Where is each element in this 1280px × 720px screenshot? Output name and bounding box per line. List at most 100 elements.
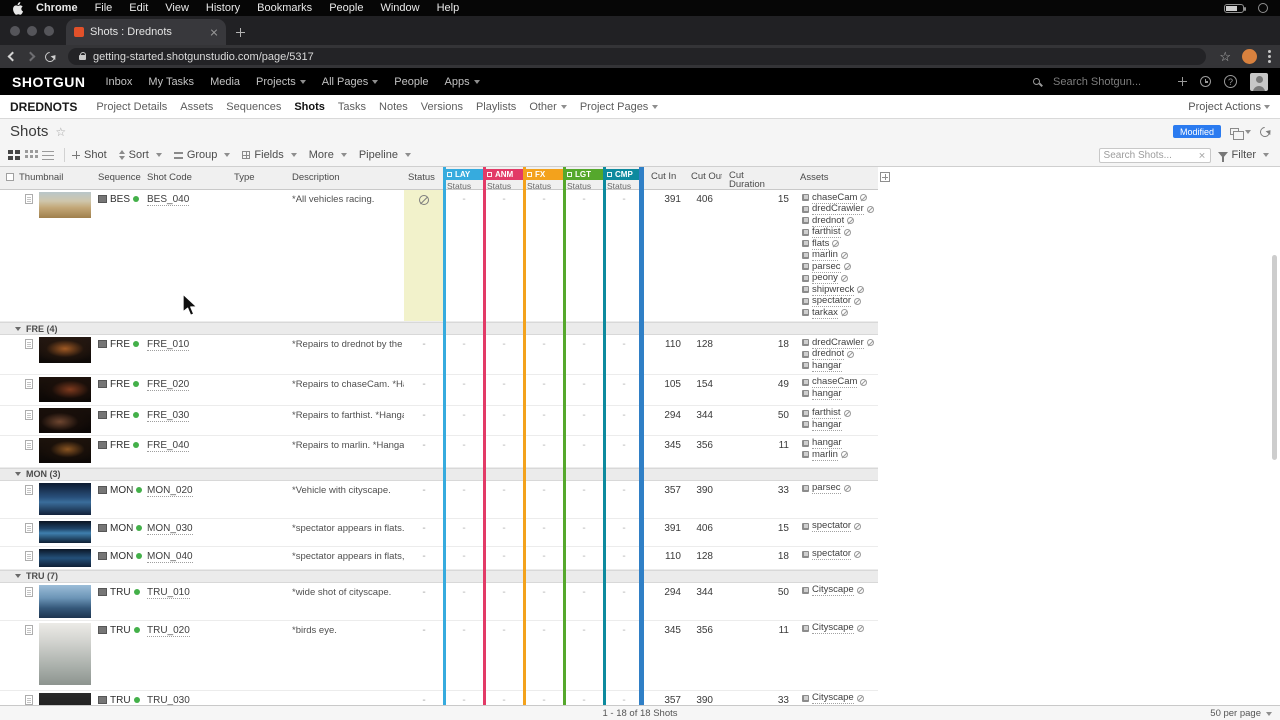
step-status-cell-anm[interactable]: - bbox=[484, 547, 524, 569]
step-status-cell-cmp[interactable]: - bbox=[604, 190, 644, 321]
cut-out-cell[interactable]: 344 bbox=[684, 406, 722, 435]
table-row[interactable]: BES BES_040 *All vehicles racing. - - - - -391 4… bbox=[0, 190, 878, 322]
asset-link[interactable]: chaseCam bbox=[812, 192, 858, 204]
back-button[interactable] bbox=[7, 51, 18, 62]
shots-search-input[interactable] bbox=[1103, 149, 1195, 161]
step-status-cell-anm[interactable]: - bbox=[484, 406, 524, 435]
group-header-tru-7[interactable]: TRU (7) bbox=[0, 569, 878, 583]
column-header-status[interactable]: Status bbox=[404, 167, 444, 189]
step-status-cell-anm[interactable]: - bbox=[484, 621, 524, 690]
asset-link[interactable]: farthist bbox=[812, 226, 841, 239]
shot-code-link[interactable]: FRE_020 bbox=[147, 378, 190, 391]
table-row[interactable]: MON MON_040 *spectator appears in flats, .… bbox=[0, 546, 878, 570]
menubar-item-people[interactable]: People bbox=[329, 2, 363, 14]
shot-code-link[interactable]: FRE_030 bbox=[147, 409, 190, 422]
type-cell[interactable] bbox=[230, 621, 288, 690]
type-cell[interactable] bbox=[230, 335, 288, 374]
thumbnail[interactable] bbox=[39, 692, 91, 705]
note-icon[interactable] bbox=[25, 194, 33, 204]
shot-code-link[interactable]: BES_040 bbox=[147, 194, 190, 206]
cut-duration-cell[interactable]: 18 bbox=[722, 335, 796, 374]
thumbnail[interactable] bbox=[39, 337, 91, 363]
step-status-cell-cmp[interactable]: - bbox=[604, 621, 644, 690]
battery-icon[interactable] bbox=[1224, 3, 1246, 13]
menubar-item-window[interactable]: Window bbox=[380, 2, 419, 14]
shot-code-link[interactable]: FRE_040 bbox=[147, 439, 190, 452]
toolbar-menu-group[interactable]: Group bbox=[173, 149, 231, 161]
app-nav-all-pages[interactable]: All Pages bbox=[322, 76, 379, 88]
cut-duration-cell[interactable]: 18 bbox=[722, 547, 796, 569]
toolbar-menu-more[interactable]: More bbox=[309, 149, 347, 161]
cut-duration-cell[interactable]: 50 bbox=[722, 583, 796, 620]
shotgun-logo[interactable]: SHOTGUN bbox=[12, 74, 86, 90]
note-icon[interactable] bbox=[25, 378, 33, 389]
column-header-type[interactable]: Type bbox=[230, 167, 288, 189]
asset-link[interactable]: spectator bbox=[812, 548, 852, 561]
sequence-cell[interactable]: MON bbox=[94, 481, 143, 518]
status-cell[interactable]: - bbox=[404, 335, 444, 374]
asset-link[interactable]: drednot bbox=[812, 215, 845, 227]
shot-code-link[interactable]: MON_020 bbox=[147, 484, 193, 497]
column-header-description[interactable]: Description bbox=[288, 167, 404, 189]
step-status-cell-lgt[interactable]: - bbox=[564, 335, 604, 374]
thumbnail[interactable] bbox=[39, 584, 91, 618]
forward-button[interactable] bbox=[25, 51, 36, 62]
menubar-item-help[interactable]: Help bbox=[437, 2, 460, 14]
app-nav-projects[interactable]: Projects bbox=[256, 76, 306, 88]
cut-out-cell[interactable]: 154 bbox=[684, 375, 722, 405]
thumbnail[interactable] bbox=[39, 520, 91, 543]
shot-code-link[interactable]: TRU_020 bbox=[147, 624, 190, 637]
view-mode-thumbnail-button[interactable] bbox=[6, 149, 23, 162]
favorite-star-icon[interactable]: ☆ bbox=[55, 125, 66, 139]
asset-link[interactable]: spectator bbox=[812, 295, 852, 308]
apple-menu-icon[interactable] bbox=[12, 1, 23, 15]
description-cell[interactable]: *spectator appears in flats. bbox=[288, 519, 404, 546]
note-icon[interactable] bbox=[25, 484, 33, 495]
cut-out-cell[interactable]: 356 bbox=[684, 436, 722, 467]
step-status-cell-cmp[interactable]: - bbox=[604, 481, 644, 518]
table-row[interactable]: FRE FRE_010 *Repairs to drednot by the d..… bbox=[0, 335, 878, 375]
step-status-cell-lgt[interactable]: - bbox=[564, 519, 604, 546]
note-icon[interactable] bbox=[25, 694, 33, 705]
asset-link[interactable]: flats bbox=[812, 238, 830, 250]
asset-link[interactable]: parsec bbox=[812, 482, 841, 495]
note-icon[interactable] bbox=[25, 624, 33, 635]
toolbar-menu-fields[interactable]: Fields bbox=[242, 149, 297, 161]
app-nav-apps[interactable]: Apps bbox=[445, 76, 480, 88]
shots-search-box[interactable] bbox=[1098, 147, 1211, 163]
sequence-cell[interactable]: MON bbox=[94, 519, 143, 546]
type-cell[interactable] bbox=[230, 481, 288, 518]
thumbnail[interactable] bbox=[39, 376, 91, 402]
asset-link[interactable]: hangar bbox=[812, 360, 842, 372]
browser-tab[interactable]: Shots : Drednots bbox=[66, 19, 226, 45]
app-nav-media[interactable]: Media bbox=[210, 76, 240, 88]
shot-code-link[interactable]: MON_030 bbox=[147, 522, 193, 535]
menubar-item-chrome[interactable]: Chrome bbox=[36, 2, 78, 14]
menubar-item-history[interactable]: History bbox=[206, 2, 240, 14]
help-icon[interactable]: ? bbox=[1224, 75, 1237, 88]
cut-out-cell[interactable]: 390 bbox=[684, 691, 722, 706]
window-zoom-button[interactable] bbox=[44, 25, 54, 36]
add-column-button[interactable] bbox=[880, 172, 890, 182]
app-nav-people[interactable]: People bbox=[394, 76, 428, 88]
add-shot-button[interactable]: Shot bbox=[72, 149, 107, 161]
step-status-cell-lay[interactable]: - bbox=[444, 621, 484, 690]
recently-viewed-icon[interactable] bbox=[1200, 76, 1211, 87]
cut-in-cell[interactable]: 294 bbox=[644, 406, 684, 435]
step-status-cell-lgt[interactable]: - bbox=[564, 547, 604, 569]
project-tab-tasks[interactable]: Tasks bbox=[338, 101, 366, 113]
step-status-cell-cmp[interactable]: - bbox=[604, 691, 644, 706]
step-status-cell-lay[interactable]: - bbox=[444, 481, 484, 518]
asset-link[interactable]: parsec bbox=[812, 261, 841, 273]
step-status-cell-cmp[interactable]: - bbox=[604, 583, 644, 620]
description-cell[interactable]: *All vehicles racing. bbox=[288, 190, 404, 321]
cut-duration-cell[interactable]: 11 bbox=[722, 436, 796, 467]
step-status-cell-lgt[interactable]: - bbox=[564, 481, 604, 518]
global-search-input[interactable] bbox=[1053, 75, 1165, 88]
table-row[interactable]: MON MON_020 *Vehicle with cityscape. - - - - - -… bbox=[0, 480, 878, 519]
sequence-cell[interactable]: BES bbox=[94, 190, 143, 321]
table-row[interactable]: TRU TRU_010 *wide shot of cityscape. - - - - - -… bbox=[0, 582, 878, 621]
group-header-fre-4[interactable]: FRE (4) bbox=[0, 322, 878, 335]
step-status-cell-lay[interactable]: - bbox=[444, 335, 484, 374]
type-cell[interactable] bbox=[230, 375, 288, 405]
